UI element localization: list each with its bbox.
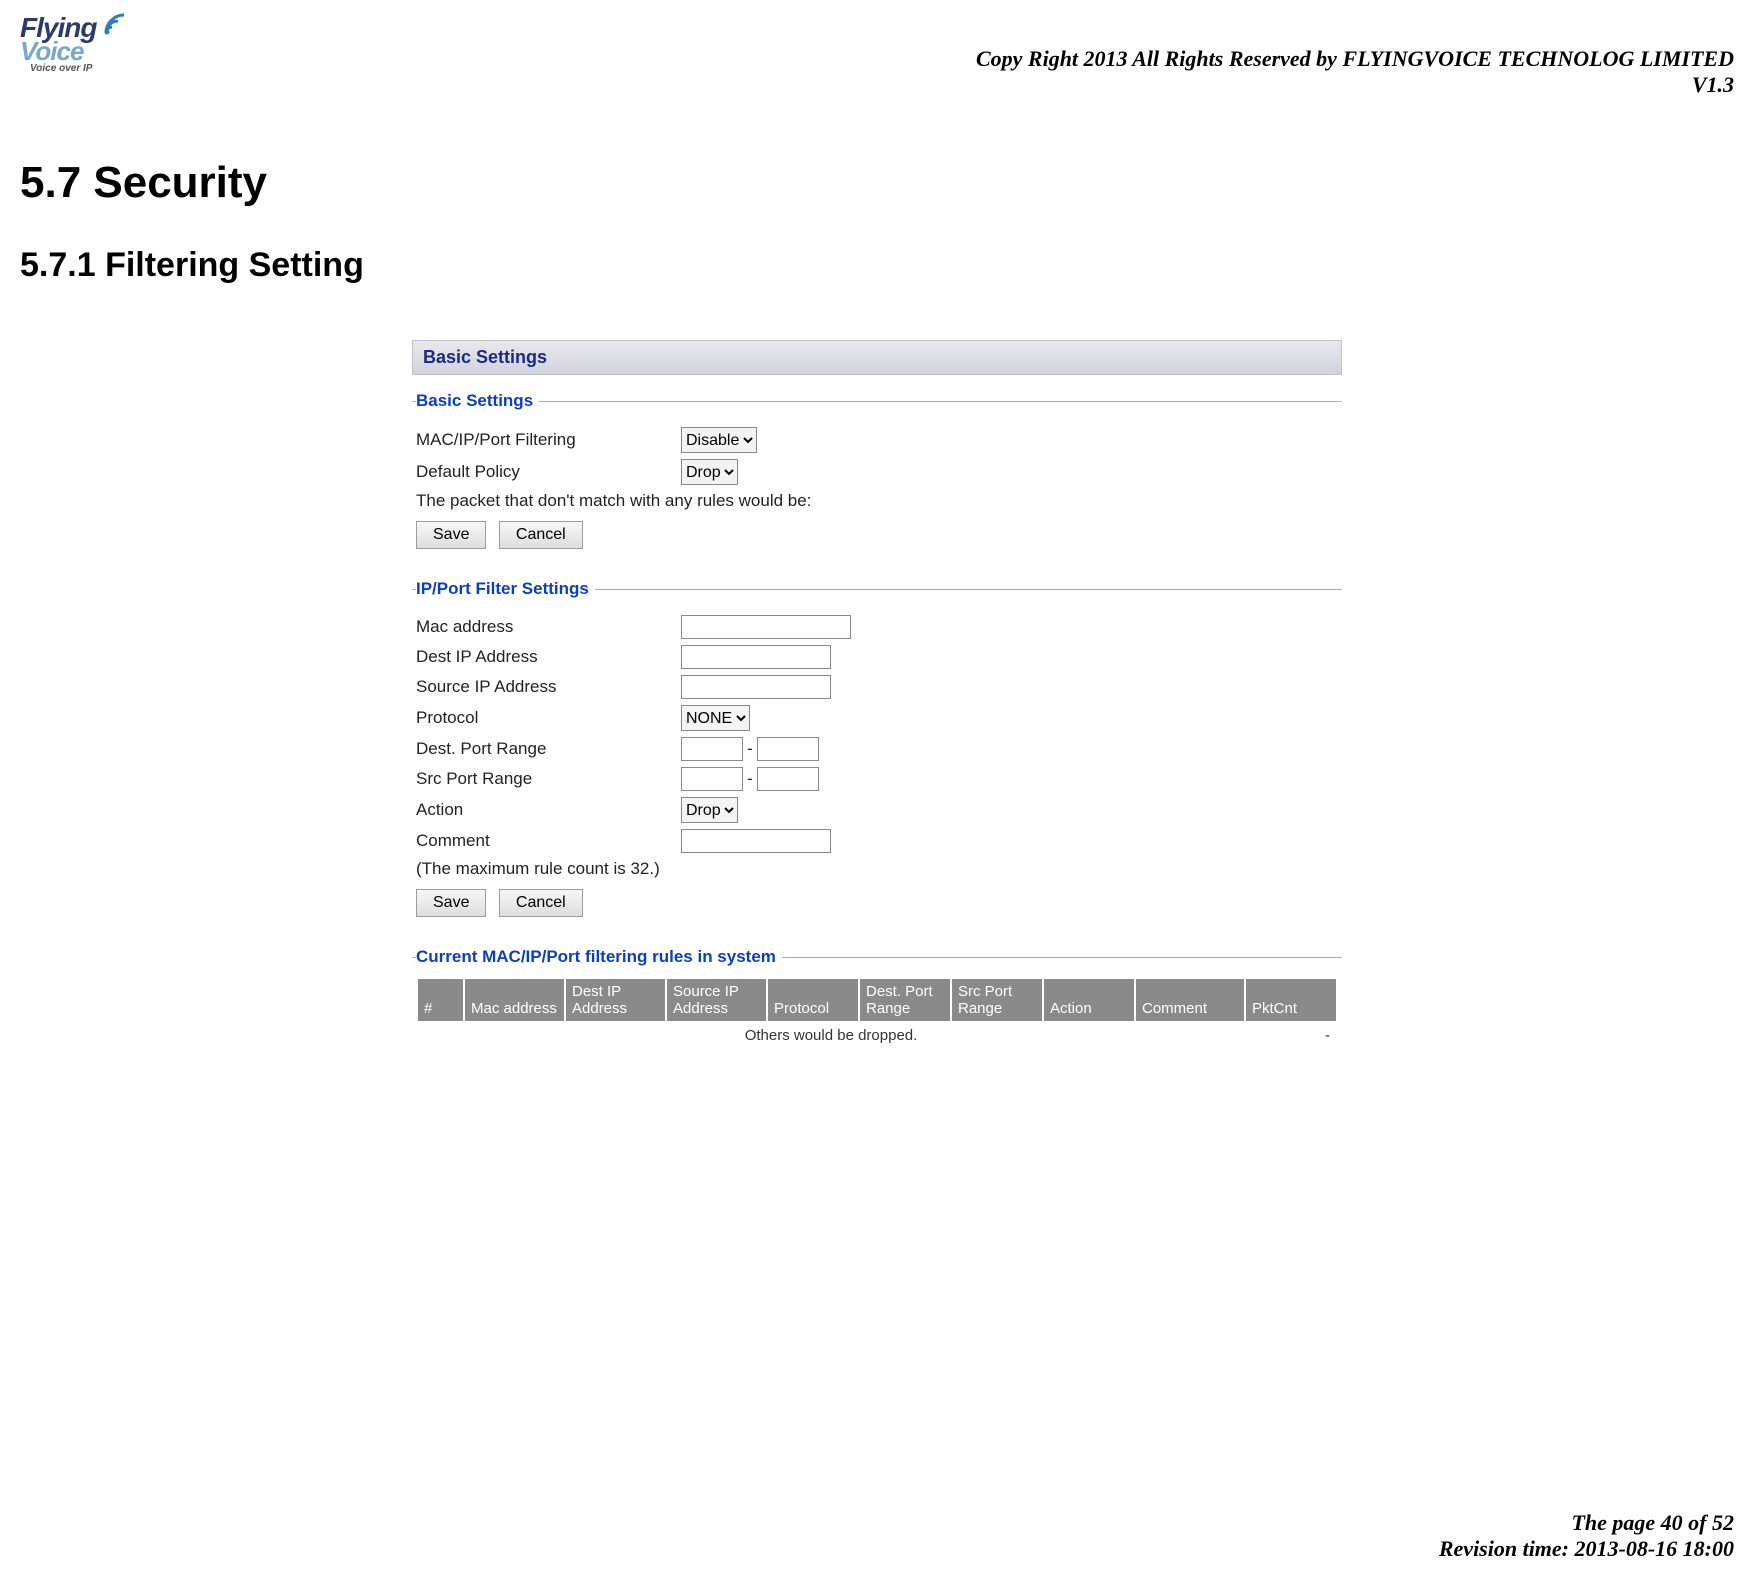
ipport-cancel-button[interactable]: Cancel [499, 889, 583, 917]
rules-table: # Mac address Dest IP Address Source IP … [416, 977, 1338, 1050]
dest-ip-input[interactable] [681, 645, 831, 669]
packet-note: The packet that don't match with any rul… [416, 491, 1338, 511]
basic-settings-section: Basic Settings MAC/IP/Port Filtering Dis… [412, 391, 1342, 563]
col-action: Action [1044, 979, 1134, 1021]
rules-header-row: # Mac address Dest IP Address Source IP … [418, 979, 1336, 1021]
page-number: The page 40 of 52 [1439, 1510, 1734, 1536]
col-mac: Mac address [465, 979, 564, 1021]
col-destip: Dest IP Address [566, 979, 665, 1021]
action-label: Action [416, 800, 681, 820]
panel-titlebar: Basic Settings [412, 340, 1342, 375]
src-port-range-label: Src Port Range [416, 769, 681, 789]
basic-settings-legend: Basic Settings [416, 391, 539, 411]
ip-port-filter-section: IP/Port Filter Settings Mac address Dest… [412, 579, 1342, 931]
basic-save-button[interactable]: Save [416, 521, 486, 549]
src-port-dash: - [747, 769, 753, 789]
page-header: Flying Voice Voice over IP Copy Right 20… [20, 10, 1734, 98]
protocol-select[interactable]: NONE [681, 705, 750, 731]
col-srcport: Src Port Range [952, 979, 1042, 1021]
revision-time: Revision time: 2013-08-16 18:00 [1439, 1536, 1734, 1562]
protocol-label: Protocol [416, 708, 681, 728]
logo: Flying Voice Voice over IP [20, 12, 133, 74]
dest-port-dash: - [747, 739, 753, 759]
mac-address-label: Mac address [416, 617, 681, 637]
current-rules-legend: Current MAC/IP/Port filtering rules in s… [416, 947, 782, 967]
basic-cancel-button[interactable]: Cancel [499, 521, 583, 549]
ipport-save-button[interactable]: Save [416, 889, 486, 917]
src-port-to-input[interactable] [757, 767, 819, 791]
comment-input[interactable] [681, 829, 831, 853]
col-index: # [418, 979, 463, 1021]
wifi-icon [103, 12, 133, 41]
action-select[interactable]: Drop [681, 797, 738, 823]
col-pktcnt: PktCnt [1246, 979, 1336, 1021]
document-page: Flying Voice Voice over IP Copy Right 20… [0, 0, 1764, 1592]
copyright-block: Copy Right 2013 All Rights Reserved by F… [976, 46, 1734, 98]
copyright-text: Copy Right 2013 All Rights Reserved by F… [976, 46, 1734, 72]
rules-note-row: Others would be dropped. - [418, 1023, 1336, 1048]
src-port-from-input[interactable] [681, 767, 743, 791]
col-comment: Comment [1136, 979, 1244, 1021]
max-rule-note: (The maximum rule count is 32.) [416, 859, 1338, 879]
dest-port-from-input[interactable] [681, 737, 743, 761]
filtering-label: MAC/IP/Port Filtering [416, 430, 681, 450]
mac-address-input[interactable] [681, 615, 851, 639]
col-destport: Dest. Port Range [860, 979, 950, 1021]
heading-security: 5.7 Security [20, 158, 1734, 208]
default-policy-select[interactable]: Drop [681, 459, 738, 485]
heading-filtering-setting: 5.7.1 Filtering Setting [20, 246, 1734, 285]
dest-port-to-input[interactable] [757, 737, 819, 761]
col-protocol: Protocol [768, 979, 858, 1021]
dest-port-range-label: Dest. Port Range [416, 739, 681, 759]
rules-drop-note: Others would be dropped. [418, 1023, 1244, 1048]
default-policy-label: Default Policy [416, 462, 681, 482]
current-rules-section: Current MAC/IP/Port filtering rules in s… [412, 947, 1342, 1064]
ip-port-legend: IP/Port Filter Settings [416, 579, 595, 599]
comment-label: Comment [416, 831, 681, 851]
rules-dash: - [1246, 1023, 1336, 1048]
source-ip-input[interactable] [681, 675, 831, 699]
settings-panel: Basic Settings Basic Settings MAC/IP/Por… [412, 340, 1342, 1064]
page-footer: The page 40 of 52 Revision time: 2013-08… [1439, 1510, 1734, 1562]
dest-ip-label: Dest IP Address [416, 647, 681, 667]
col-srcip: Source IP Address [667, 979, 766, 1021]
source-ip-label: Source IP Address [416, 677, 681, 697]
filtering-select[interactable]: Disable [681, 427, 757, 453]
logo-subtext: Voice over IP [30, 63, 133, 74]
version-text: V1.3 [976, 72, 1734, 98]
